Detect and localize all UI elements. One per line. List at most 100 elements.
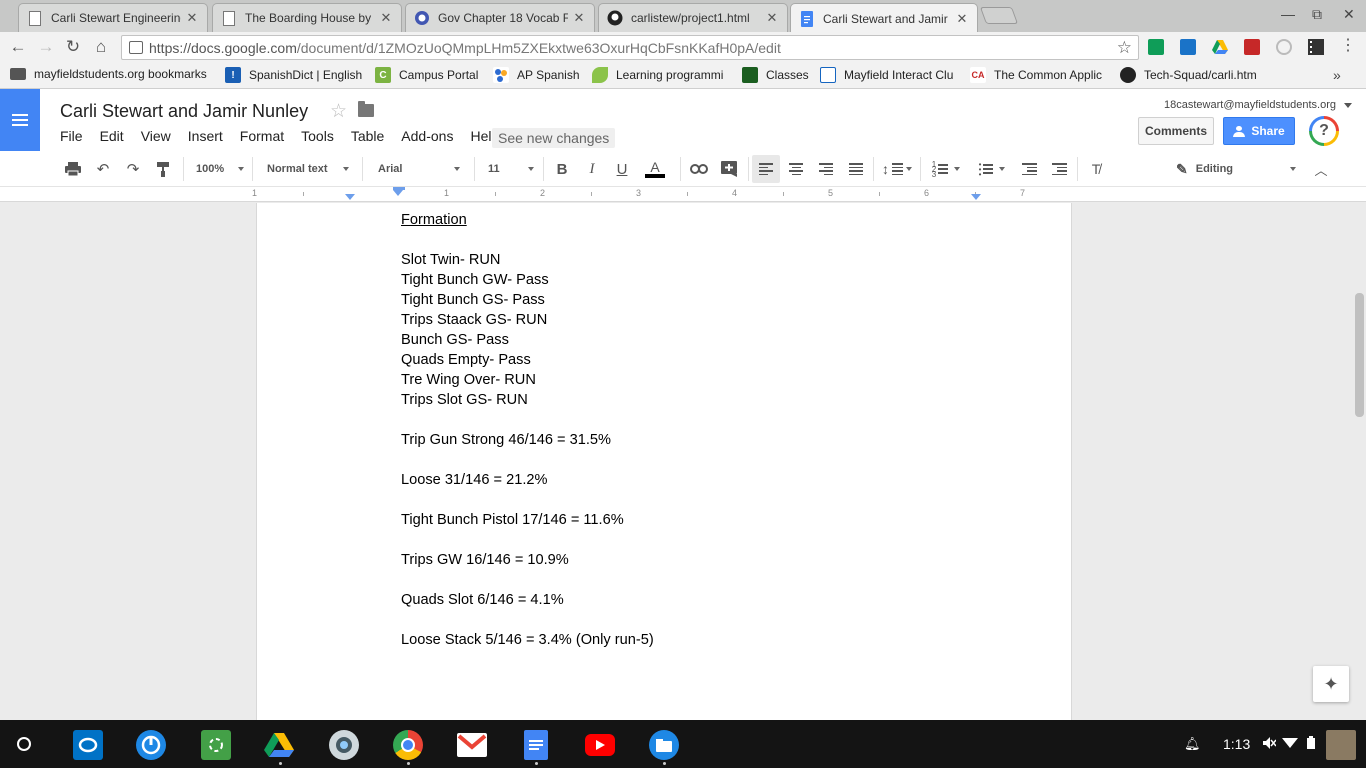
files-icon[interactable] (649, 730, 679, 760)
close-icon[interactable]: ✕ (379, 10, 393, 26)
address-bar[interactable]: https://docs.google.com/document/d/1ZMOz… (121, 35, 1139, 60)
launcher-icon[interactable] (17, 737, 31, 751)
align-left-icon[interactable] (752, 155, 780, 183)
google-docs-icon[interactable] (524, 730, 548, 760)
undo-icon[interactable]: ↶ (94, 159, 112, 179)
scrollbar-thumb[interactable] (1355, 293, 1364, 417)
google-classroom-icon[interactable] (1148, 39, 1164, 55)
line-spacing-icon[interactable]: ↕ (881, 159, 913, 179)
back-arrow-icon[interactable]: ← (8, 37, 28, 57)
bookmark-star-icon[interactable]: ☆ (1117, 38, 1132, 58)
font-size-select[interactable]: 11 (488, 159, 534, 179)
menu-table[interactable]: Table (351, 128, 384, 144)
gmail-icon[interactable] (457, 733, 487, 757)
home-icon[interactable]: ⌂ (91, 37, 111, 57)
bookmark-learning-programming[interactable]: Learning programmi (592, 67, 732, 83)
link-icon[interactable] (689, 159, 709, 179)
folder-icon[interactable] (358, 101, 374, 117)
decrease-indent-icon[interactable] (1020, 159, 1038, 179)
restore-icon[interactable]: ⧉ (1312, 6, 1322, 23)
bookmark-campus-portal[interactable]: C Campus Portal (375, 67, 478, 83)
insert-comment-icon[interactable] (719, 159, 739, 179)
chrome-icon[interactable] (393, 730, 423, 760)
bookmark-mayfield-interact[interactable]: Mayfield Interact Clu (820, 67, 958, 83)
bookmark-common-app[interactable]: CA The Common Applic (970, 67, 1108, 83)
reload-icon[interactable]: ↻ (63, 37, 83, 57)
align-right-icon[interactable] (817, 159, 835, 179)
document-body[interactable]: Formation Slot Twin- RUN Tight Bunch GW-… (401, 210, 654, 650)
italic-button[interactable]: I (583, 159, 601, 179)
youtube-icon[interactable] (585, 734, 615, 756)
bookmark-ap-spanish[interactable]: AP Spanish (493, 67, 580, 83)
more-bookmarks-icon[interactable]: » (1333, 67, 1341, 83)
bookmark-classes[interactable]: Classes (742, 67, 809, 83)
forward-arrow-icon[interactable]: → (36, 37, 56, 57)
menu-format[interactable]: Format (240, 128, 284, 144)
comments-button[interactable]: Comments (1138, 117, 1214, 145)
power-extension-icon[interactable] (1276, 39, 1292, 55)
right-margin-marker[interactable] (971, 194, 981, 200)
new-tab-button[interactable] (979, 7, 1019, 24)
increase-indent-icon[interactable] (1050, 159, 1068, 179)
clear-formatting-icon[interactable]: T̸ (1087, 159, 1105, 179)
menu-tools[interactable]: Tools (301, 128, 334, 144)
menu-view[interactable]: View (141, 128, 171, 144)
tab-github-project1[interactable]: carlistew/project1.html ✕ (598, 3, 788, 32)
menu-insert[interactable]: Insert (188, 128, 223, 144)
power-icon[interactable] (136, 730, 166, 760)
webcam-icon[interactable] (329, 730, 359, 760)
bookmark-mayfieldstudents[interactable]: mayfieldstudents.org bookmarks (10, 67, 207, 81)
bold-button[interactable]: B (553, 159, 571, 179)
wifi-icon[interactable] (1282, 736, 1298, 751)
google-drive-icon[interactable] (264, 730, 294, 760)
close-icon[interactable]: ✕ (572, 10, 586, 26)
left-margin-marker[interactable] (345, 194, 355, 200)
vertical-scrollbar[interactable] (1352, 203, 1366, 720)
tab-active-document[interactable]: Carli Stewart and Jamir ✕ (790, 3, 978, 33)
battery-icon[interactable] (1307, 736, 1315, 752)
wsg-extension-icon[interactable] (1180, 39, 1196, 55)
close-icon[interactable]: ✕ (185, 10, 199, 26)
bookmark-spanishdict[interactable]: ! SpanishDict | English (225, 67, 363, 83)
minimize-icon[interactable]: — (1281, 6, 1295, 22)
tab-boarding-house[interactable]: The Boarding House by ✕ (212, 3, 402, 32)
menu-addons[interactable]: Add-ons (401, 128, 453, 144)
numbered-list-icon[interactable]: 123 (928, 159, 964, 179)
google-drive-icon[interactable] (1212, 39, 1228, 55)
notification-bell-icon[interactable]: 🔔︎ (1184, 736, 1201, 752)
mute-icon[interactable] (1262, 736, 1277, 753)
editing-mode-select[interactable]: ✎ Editing (1176, 159, 1296, 179)
share-button[interactable]: Share (1223, 117, 1295, 145)
menu-dots-icon[interactable]: ⋮ (1340, 38, 1356, 55)
print-icon[interactable] (64, 159, 82, 179)
system-clock[interactable]: 1:13 (1223, 736, 1250, 752)
font-select[interactable]: Arial (378, 159, 460, 179)
menu-edit[interactable]: Edit (100, 128, 124, 144)
underline-button[interactable]: U (613, 159, 631, 179)
tab-gov-vocab[interactable]: Gov Chapter 18 Vocab F ✕ (405, 3, 595, 32)
help-button[interactable]: ? (1309, 116, 1339, 146)
align-center-icon[interactable] (787, 159, 805, 179)
bookmark-tech-squad[interactable]: Tech-Squad/carli.htm (1120, 67, 1258, 83)
menu-file[interactable]: File (60, 128, 83, 144)
close-window-icon[interactable]: ✕ (1343, 6, 1355, 23)
see-new-changes-button[interactable]: See new changes (492, 128, 616, 148)
account-email[interactable]: 18castewart@mayfieldstudents.org (1164, 99, 1336, 111)
sync-icon[interactable] (201, 730, 231, 760)
document-title[interactable]: Carli Stewart and Jamir Nunley (60, 101, 308, 122)
close-icon[interactable]: ✕ (765, 10, 779, 26)
chevron-down-icon[interactable] (1344, 103, 1352, 108)
document-page[interactable]: Formation Slot Twin- RUN Tight Bunch GW-… (256, 203, 1072, 720)
bulleted-list-icon[interactable]: • • • (974, 159, 1010, 179)
film-extension-icon[interactable] (1308, 39, 1324, 55)
paint-format-icon[interactable] (155, 159, 171, 179)
style-select[interactable]: Normal text (267, 159, 349, 179)
close-icon[interactable]: ✕ (955, 11, 969, 27)
tab-carli-stewart-engineering[interactable]: Carli Stewart Engineering ✕ (18, 3, 208, 32)
collapse-chevron-icon[interactable]: ︿ (1312, 159, 1330, 179)
star-icon[interactable]: ☆ (330, 100, 347, 123)
docs-home-icon[interactable] (0, 89, 40, 151)
explore-button[interactable]: ✦ (1313, 666, 1349, 702)
outlook-icon[interactable] (73, 730, 103, 760)
align-justify-icon[interactable] (847, 159, 865, 179)
